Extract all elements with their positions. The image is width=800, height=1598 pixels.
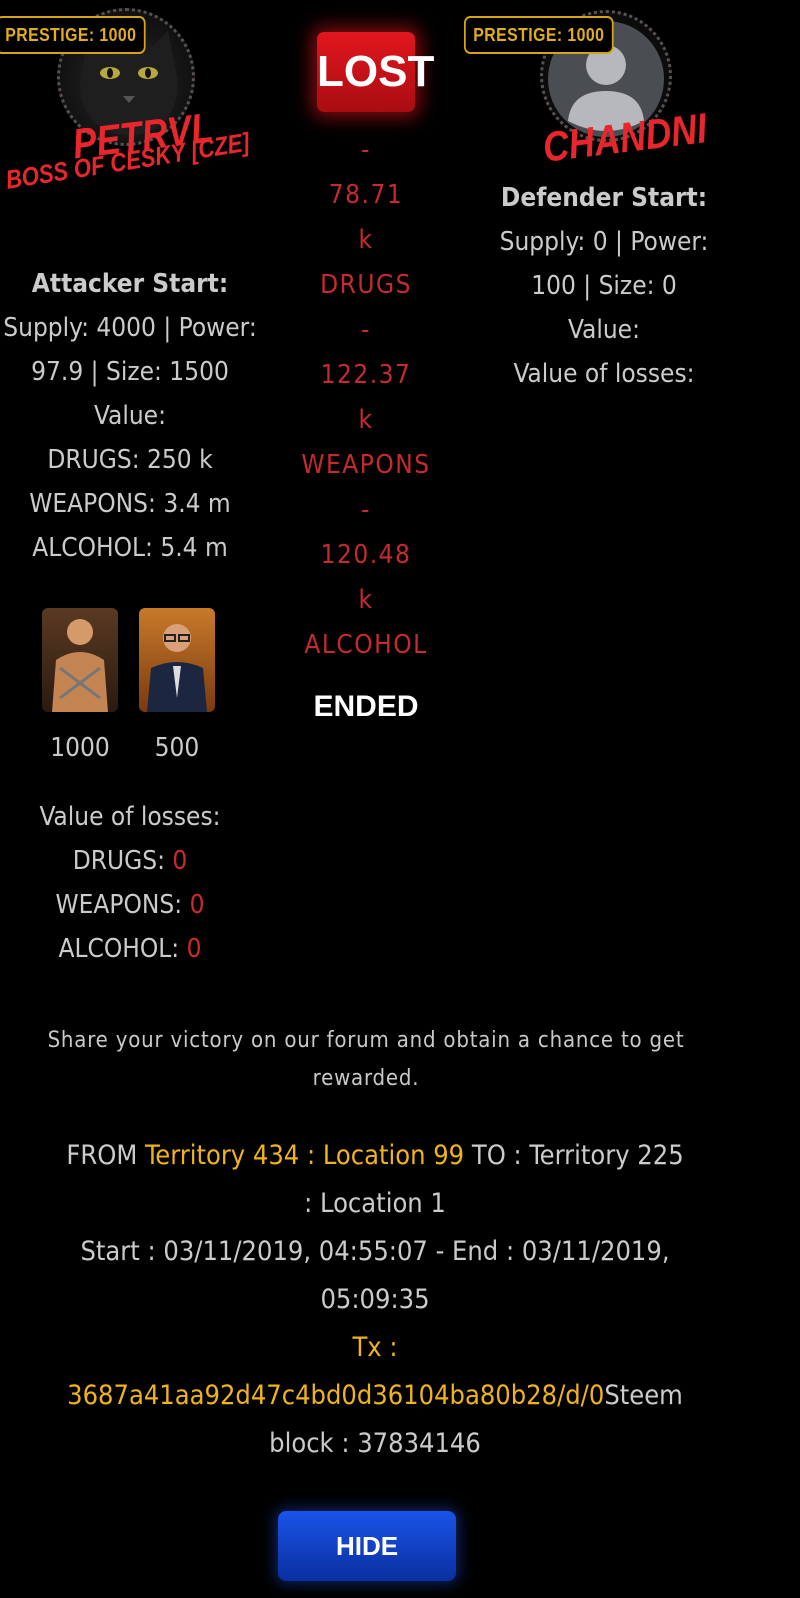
hide-button[interactable]: HIDE: [278, 1511, 456, 1581]
loss-weapons-amount: 122.37: [320, 360, 412, 390]
attacker-loss-weapons: WEAPONS: 0: [55, 890, 205, 920]
defender-stats-line1: Supply: 0 | Power:: [499, 227, 709, 257]
defender-losses-label: Value of losses:: [513, 359, 695, 389]
attacker-value-alcohol: ALCOHOL: 5.4 m: [32, 533, 228, 563]
attacker-stats-line2: 97.9 | Size: 1500: [31, 357, 229, 387]
loss-alcohol-amount: 120.48: [320, 540, 412, 570]
time-line2: 05:09:35: [320, 1284, 430, 1315]
share-message-line2: rewarded.: [312, 1066, 420, 1091]
battle-status: ENDED: [313, 690, 419, 723]
attacker-value-drugs: DRUGS: 250 k: [47, 445, 213, 475]
muscle-man-unit-icon: [42, 608, 118, 712]
loss-weapons-dash: -: [361, 315, 371, 345]
defender-stats-line2: 100 | Size: 0: [531, 271, 677, 301]
attacker-start-heading: Attacker Start:: [31, 269, 229, 299]
attacker-prestige-badge: PRESTIGE: 1000: [0, 16, 146, 54]
route-line2: : Location 1: [304, 1188, 446, 1219]
tx-hash-link[interactable]: 3687a41aa92d47c4bd0d36104ba80b28/d/0: [67, 1380, 604, 1411]
attacker-value-weapons: WEAPONS: 3.4 m: [29, 489, 231, 519]
attacker-value-label: Value:: [94, 401, 166, 431]
defender-value-label: Value:: [568, 315, 640, 345]
tx-label: Tx :: [352, 1332, 398, 1363]
tx-line: 3687a41aa92d47c4bd0d36104ba80b28/d/0Stee…: [0, 1372, 760, 1420]
route-line1: FROM Territory 434 : Location 99 TO : Te…: [66, 1140, 684, 1171]
unit-count-muscle-man: 1000: [50, 733, 110, 763]
loss-weapons-label: WEAPONS: [301, 450, 431, 480]
battle-result-badge: LOST: [317, 32, 434, 112]
loss-drugs-dash: -: [361, 135, 371, 165]
attacker-stats-line1: Supply: 4000 | Power:: [3, 313, 257, 343]
loss-weapons-unit: k: [358, 405, 374, 435]
attacker-losses-label: Value of losses:: [39, 802, 221, 832]
unit-count-businessman: 500: [154, 733, 200, 763]
loss-drugs-unit: k: [358, 225, 374, 255]
attacker-loss-drugs: DRUGS: 0: [72, 846, 188, 876]
from-location-link[interactable]: Territory 434 : Location 99: [145, 1140, 464, 1171]
loss-alcohol-label: ALCOHOL: [304, 630, 428, 660]
time-line1: Start : 03/11/2019, 04:55:07 - End : 03/…: [80, 1236, 670, 1267]
loss-alcohol-dash: -: [361, 495, 371, 525]
loss-drugs-label: DRUGS: [320, 270, 412, 300]
businessman-unit-icon: [139, 608, 215, 712]
attacker-loss-alcohol: ALCOHOL: 0: [58, 934, 202, 964]
loss-alcohol-unit: k: [358, 585, 374, 615]
defender-start-heading: Defender Start:: [500, 183, 708, 213]
share-message-line1: Share your victory on our forum and obta…: [47, 1028, 685, 1053]
defender-prestige-badge: PRESTIGE: 1000: [464, 16, 614, 54]
loss-drugs-amount: 78.71: [328, 180, 404, 210]
block-line: block : 37834146: [269, 1428, 481, 1459]
steem-label: Steem: [604, 1380, 683, 1411]
